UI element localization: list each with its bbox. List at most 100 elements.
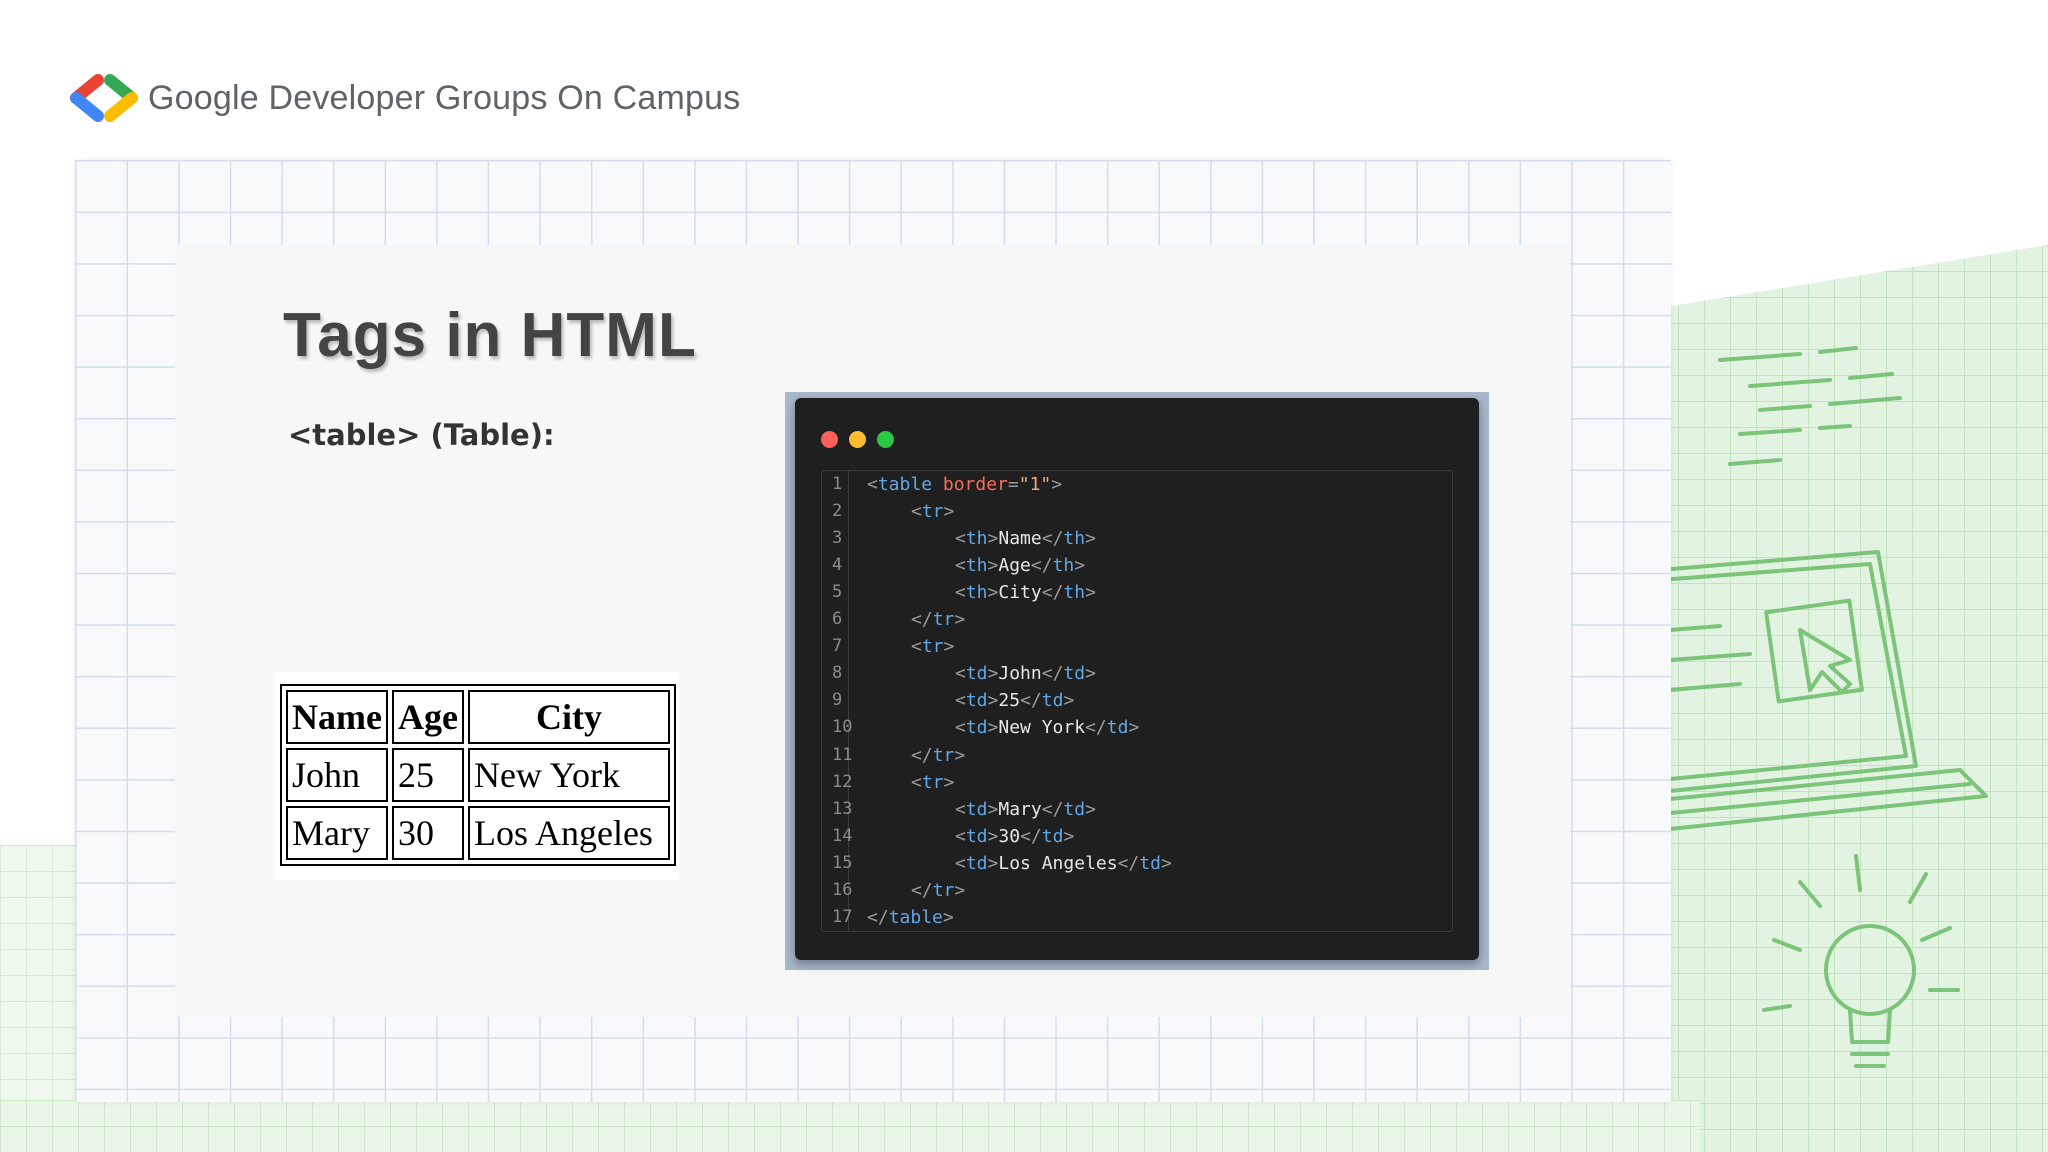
line-number: 11 — [832, 744, 853, 765]
code-text: <th>City</th> — [955, 579, 1096, 606]
code-area: 1 <table border="1"> 2 <tr> 3 <th>Name</th> 4 <… — [821, 470, 1453, 932]
line-number: 15 — [832, 852, 853, 873]
code-token: < — [955, 798, 966, 820]
code-token: < — [955, 852, 966, 874]
code-text: <th>Name</th> — [955, 525, 1096, 552]
code-token: > — [1063, 825, 1075, 847]
code-token: tr — [932, 609, 955, 631]
table-header-cell: Name — [286, 690, 388, 744]
code-token: </ — [1117, 852, 1140, 874]
code-line: 13 <td>Mary</td> — [822, 796, 1452, 823]
code-token: table — [877, 474, 933, 495]
line-number: 4 — [832, 555, 843, 576]
code-token: td — [965, 717, 988, 739]
line-number: 10 — [832, 717, 853, 738]
table-row: Mary 30 Los Angeles — [286, 806, 670, 860]
code-line: 10 <td>New York</td> — [822, 714, 1452, 741]
code-token: td — [1139, 852, 1161, 874]
code-token: = — [1007, 474, 1019, 495]
code-token: td — [1041, 690, 1064, 712]
code-window-frame: 1 <table border="1"> 2 <tr> 3 <th>Name</th> 4 <… — [785, 392, 1489, 970]
line-number: 1 — [832, 474, 843, 494]
code-token: > — [1085, 582, 1096, 604]
code-token: > — [987, 690, 999, 712]
table-cell: John — [286, 748, 388, 802]
code-token: 25 — [998, 690, 1021, 712]
code-token: tr — [921, 636, 944, 658]
code-text: <table border="1"> — [867, 471, 1062, 498]
code-token: </ — [1085, 717, 1107, 739]
code-token: > — [1074, 555, 1086, 577]
code-token: < — [911, 636, 922, 658]
line-number: 6 — [832, 609, 843, 630]
green-grid-background-bottom — [0, 1100, 1700, 1152]
code-line: 4 <th>Age</th> — [822, 552, 1452, 579]
code-token: < — [955, 663, 966, 685]
line-number: 17 — [832, 906, 853, 927]
line-number: 3 — [832, 528, 843, 549]
table-header-cell: Age — [391, 690, 464, 744]
code-token: > — [987, 852, 999, 874]
header: Google Developer Groups On Campus — [66, 74, 740, 122]
code-token: > — [943, 771, 955, 793]
line-number: 2 — [832, 501, 843, 522]
html-table-output: Name Age City John 25 New York Mary 30 L… — [280, 684, 676, 866]
code-token: td — [1063, 663, 1086, 685]
code-token: < — [955, 582, 966, 604]
code-token: > — [987, 663, 999, 685]
code-token: </ — [1041, 798, 1064, 820]
code-token: < — [911, 501, 922, 523]
rendered-table-example: Name Age City John 25 New York Mary 30 L… — [274, 672, 679, 880]
code-token: > — [987, 528, 999, 550]
code-line: 11 </tr> — [822, 742, 1452, 769]
code-line: 6 </tr> — [822, 606, 1452, 633]
code-token: </ — [911, 744, 933, 766]
code-text: </tr> — [911, 606, 965, 633]
code-text: <tr> — [911, 769, 954, 796]
code-token: > — [987, 717, 999, 739]
code-token: </ — [911, 879, 933, 901]
laptop-lightbulb-doodle — [1660, 346, 1988, 1068]
code-token: > — [954, 609, 966, 631]
code-token: < — [867, 474, 878, 495]
code-line: 8 <td>John</td> — [822, 660, 1452, 687]
code-line: 2 <tr> — [822, 498, 1452, 525]
line-number: 8 — [832, 663, 843, 684]
code-token: td — [1106, 717, 1129, 739]
slide-title: Tags in HTML — [283, 301, 697, 370]
code-token: th — [965, 555, 988, 577]
code-line: 7 <tr> — [822, 633, 1452, 660]
window-close-dot-icon — [821, 431, 838, 448]
table-header-row: Name Age City — [286, 690, 670, 744]
line-number: 5 — [832, 582, 843, 603]
code-token: td — [965, 690, 988, 712]
table-cell: 25 — [391, 748, 464, 802]
code-token: "1" — [1018, 474, 1052, 495]
code-token: > — [954, 879, 966, 901]
code-text: </tr> — [911, 742, 965, 769]
code-token: John — [998, 663, 1042, 685]
code-token: </ — [1041, 528, 1064, 550]
code-token: > — [987, 825, 999, 847]
code-token: </ — [1041, 663, 1064, 685]
code-token: Los Angeles — [998, 852, 1118, 874]
brand-title: Google Developer Groups On Campus — [148, 78, 741, 117]
code-token: td — [965, 798, 988, 820]
gdg-logo-icon — [70, 74, 138, 122]
code-token: </ — [1020, 690, 1042, 712]
code-token: > — [1085, 798, 1096, 820]
code-line: 17 </table> — [822, 904, 1452, 931]
code-token: td — [965, 852, 988, 874]
code-line: 15 <td>Los Angeles</td> — [822, 850, 1452, 877]
code-line: 12 <tr> — [822, 769, 1452, 796]
code-token: table — [888, 906, 943, 928]
code-text: <td>25</td> — [955, 687, 1074, 714]
code-token: th — [965, 582, 988, 604]
code-text: <td>Mary</td> — [955, 796, 1096, 823]
line-number: 14 — [832, 825, 853, 846]
code-text: </tr> — [911, 877, 965, 904]
code-token: > — [987, 555, 999, 577]
code-token: </ — [911, 609, 933, 631]
code-token: td — [965, 825, 988, 847]
